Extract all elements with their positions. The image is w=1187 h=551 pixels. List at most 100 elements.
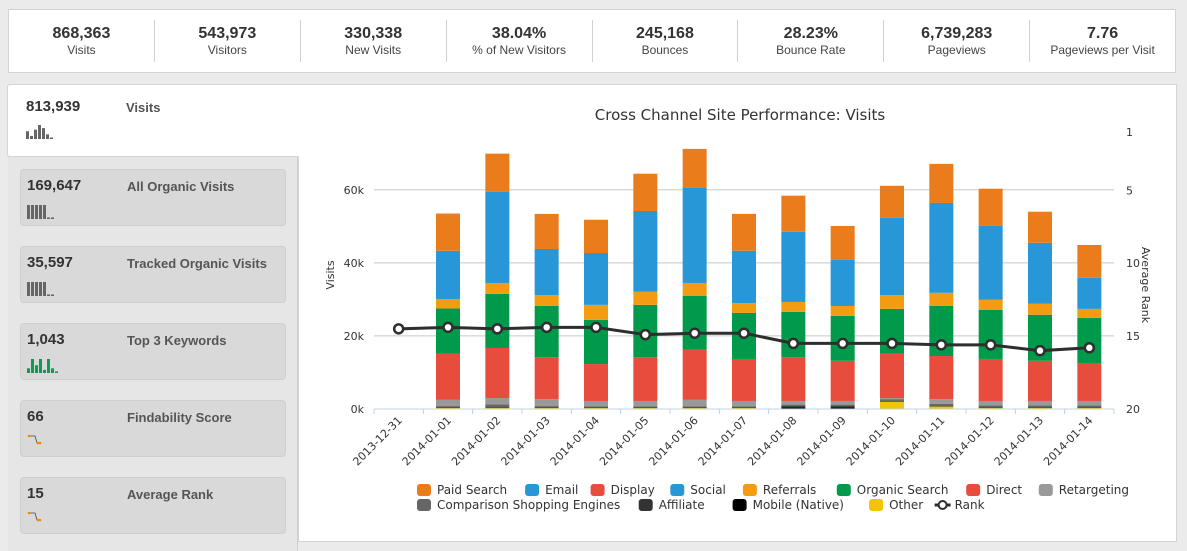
bar-segment-social[interactable] <box>880 217 904 296</box>
bar-segment-comparison-shopping-engines[interactable] <box>929 403 954 407</box>
bar-segment-referrals[interactable] <box>830 305 855 316</box>
bar-segment-direct[interactable] <box>584 364 608 401</box>
rank-point[interactable] <box>392 323 405 335</box>
rank-point[interactable] <box>540 321 553 334</box>
bar-segment-organic-search[interactable] <box>978 309 1003 359</box>
rank-point[interactable] <box>639 328 652 341</box>
bar-segment-retargeting[interactable] <box>880 398 904 400</box>
bar-segment-affiliate[interactable] <box>485 407 510 409</box>
bar-segment-paid-search[interactable] <box>929 163 954 203</box>
bar-segment-social[interactable] <box>436 250 460 300</box>
rank-point[interactable] <box>688 327 701 339</box>
rank-point[interactable] <box>1083 342 1096 354</box>
bar-segment-affiliate[interactable] <box>633 407 658 409</box>
bar-segment-comparison-shopping-engines[interactable] <box>1077 405 1102 408</box>
bar-segment-paid-search[interactable] <box>436 213 460 251</box>
bar-segment-retargeting[interactable] <box>929 399 954 404</box>
bar-segment-retargeting[interactable] <box>633 400 658 407</box>
legend-item-social[interactable]: Social <box>670 483 726 497</box>
rank-point[interactable] <box>738 327 750 339</box>
bar-segment-retargeting[interactable] <box>1077 400 1102 406</box>
bar-segment-comparison-shopping-engines[interactable] <box>682 406 707 408</box>
bar-segment-direct[interactable] <box>534 357 559 400</box>
metric-card-top-3-keywords[interactable]: 1,043 Top 3 Keywords <box>20 323 286 380</box>
bar-segment-affiliate[interactable] <box>534 407 559 409</box>
rank-point[interactable] <box>442 321 454 334</box>
bar-segment-referrals[interactable] <box>534 295 559 306</box>
legend-item-comparison-shopping-engines[interactable]: Comparison Shopping Engines <box>417 498 620 512</box>
bar-segment-paid-search[interactable] <box>485 153 510 192</box>
rank-point[interactable] <box>836 337 849 350</box>
bar-segment-referrals[interactable] <box>781 301 806 312</box>
bar-segment-direct[interactable] <box>436 353 460 400</box>
bar-segment-retargeting[interactable] <box>584 400 608 407</box>
bar-segment-paid-search[interactable] <box>781 195 806 232</box>
bar-segment-organic-search[interactable] <box>682 295 707 350</box>
legend-item-retargeting[interactable]: Retargeting <box>1038 483 1129 497</box>
bar-segment-direct[interactable] <box>732 358 756 401</box>
bar-segment-affiliate[interactable] <box>781 406 806 408</box>
bar-segment-organic-search[interactable] <box>485 293 510 348</box>
bar-segment-retargeting[interactable] <box>534 399 559 407</box>
bar-segment-paid-search[interactable] <box>633 173 658 211</box>
bar-segment-social[interactable] <box>534 248 559 296</box>
bar-segment-direct[interactable] <box>781 357 806 401</box>
bar-segment-referrals[interactable] <box>682 282 707 296</box>
bar-segment-referrals[interactable] <box>1028 303 1052 315</box>
legend-item-direct[interactable]: Direct <box>966 483 1022 497</box>
legend-item-other[interactable]: Other <box>869 498 923 512</box>
bar-segment-comparison-shopping-engines[interactable] <box>436 406 460 408</box>
legend-item-organic-search[interactable]: Organic Search <box>836 483 949 497</box>
legend-item-display[interactable]: Display <box>590 483 655 497</box>
bar-segment-affiliate[interactable] <box>830 406 855 408</box>
bar-segment-referrals[interactable] <box>633 291 658 305</box>
bar-segment-paid-search[interactable] <box>880 185 904 218</box>
legend-item-email[interactable]: Email <box>525 483 578 497</box>
bar-segment-referrals[interactable] <box>485 282 510 294</box>
bar-segment-direct[interactable] <box>633 357 658 401</box>
bar-segment-paid-search[interactable] <box>534 213 559 249</box>
bar-segment-social[interactable] <box>978 225 1003 300</box>
bar-segment-direct[interactable] <box>929 356 954 400</box>
bar-segment-comparison-shopping-engines[interactable] <box>732 406 756 408</box>
bar-segment-referrals[interactable] <box>584 304 608 320</box>
bar-segment-paid-search[interactable] <box>584 219 608 254</box>
bar-segment-retargeting[interactable] <box>1028 400 1052 406</box>
rank-point[interactable] <box>491 323 504 335</box>
bar-segment-mobile-native-[interactable] <box>781 407 806 409</box>
bar-segment-social[interactable] <box>781 231 806 302</box>
bar-segment-comparison-shopping-engines[interactable] <box>584 406 608 408</box>
bar-segment-paid-search[interactable] <box>682 148 707 188</box>
bar-segment-affiliate[interactable] <box>682 407 707 409</box>
bar-segment-social[interactable] <box>830 259 855 306</box>
bar-segment-other[interactable] <box>880 401 904 409</box>
bar-segment-referrals[interactable] <box>436 299 460 309</box>
bar-segment-affiliate[interactable] <box>880 400 904 402</box>
bar-segment-paid-search[interactable] <box>830 225 855 260</box>
rank-point[interactable] <box>787 337 800 350</box>
metric-card-all-organic-visits[interactable]: 169,647 All Organic Visits <box>20 169 286 226</box>
bar-segment-retargeting[interactable] <box>436 399 460 407</box>
bar-segment-social[interactable] <box>584 253 608 305</box>
bar-segment-organic-search[interactable] <box>781 311 806 358</box>
bar-segment-retargeting[interactable] <box>978 400 1003 406</box>
bar-segment-social[interactable] <box>633 210 658 292</box>
bar-segment-direct[interactable] <box>830 360 855 401</box>
bar-segment-paid-search[interactable] <box>1028 211 1052 243</box>
bar-segment-retargeting[interactable] <box>485 398 510 405</box>
bar-segment-mobile-native-[interactable] <box>830 407 855 409</box>
bar-segment-referrals[interactable] <box>732 303 756 313</box>
bar-segment-comparison-shopping-engines[interactable] <box>781 404 806 407</box>
bar-segment-direct[interactable] <box>880 353 904 399</box>
bar-segment-retargeting[interactable] <box>732 400 756 407</box>
rank-point[interactable] <box>590 321 602 334</box>
bar-segment-retargeting[interactable] <box>682 399 707 407</box>
legend-item-referrals[interactable]: Referrals <box>742 483 816 497</box>
bar-segment-comparison-shopping-engines[interactable] <box>485 404 510 408</box>
bar-segment-comparison-shopping-engines[interactable] <box>1028 405 1052 408</box>
metric-card-average-rank[interactable]: 15 Average Rank <box>20 477 286 534</box>
bar-segment-referrals[interactable] <box>1077 308 1102 319</box>
bar-segment-affiliate[interactable] <box>978 407 1003 409</box>
bar-segment-affiliate[interactable] <box>1077 407 1102 409</box>
metric-card-tracked-organic-visits[interactable]: 35,597 Tracked Organic Visits <box>20 246 286 303</box>
